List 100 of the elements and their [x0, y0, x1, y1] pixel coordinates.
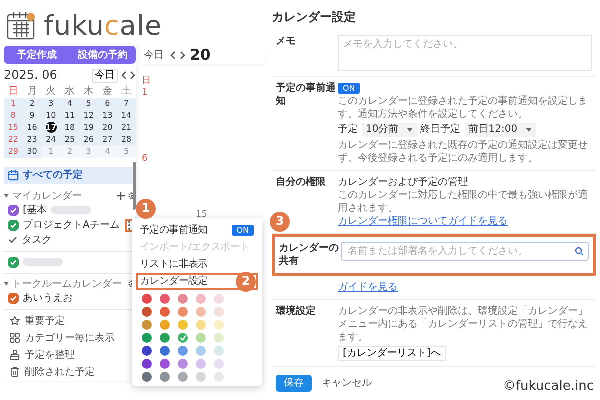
- color-swatch[interactable]: [178, 307, 188, 317]
- page-title: カレンダー設定: [272, 10, 357, 26]
- calendar-checkbox[interactable]: [8, 220, 19, 231]
- list-link-button[interactable]: [カレンダーリスト]へ: [338, 346, 446, 361]
- color-swatch[interactable]: [196, 346, 206, 356]
- next-icon[interactable]: [180, 50, 186, 60]
- more-icon: [128, 220, 131, 230]
- color-swatch[interactable]: [196, 372, 206, 382]
- share-search-field[interactable]: 名前または部署名を入力してください。: [341, 242, 589, 261]
- save-button[interactable]: 保存: [276, 374, 312, 392]
- color-swatch[interactable]: [178, 294, 188, 304]
- color-swatch[interactable]: [214, 307, 224, 317]
- calendar-checkbox[interactable]: [8, 204, 19, 216]
- color-swatch[interactable]: [142, 294, 152, 304]
- calendar-day[interactable]: 21: [117, 122, 136, 134]
- weekday-label: 月: [26, 86, 38, 98]
- calendar-day[interactable]: 27: [98, 134, 118, 146]
- color-swatch[interactable]: [160, 333, 170, 343]
- sidebar-item[interactable]: 重要予定: [4, 312, 136, 330]
- color-swatch[interactable]: [142, 359, 152, 369]
- color-swatch[interactable]: [160, 372, 170, 382]
- calendar-day[interactable]: 3: [42, 98, 61, 110]
- sidebar-item[interactable]: カテゴリー毎に表示: [4, 330, 136, 347]
- all-events-item[interactable]: すべての予定: [4, 166, 136, 184]
- select-field[interactable]: 10分前: [362, 122, 417, 137]
- scrollbar[interactable]: [133, 162, 136, 210]
- color-swatch[interactable]: [160, 307, 170, 317]
- color-swatch[interactable]: [160, 294, 170, 304]
- color-swatch[interactable]: [160, 320, 170, 330]
- color-swatch[interactable]: [178, 359, 188, 369]
- add-icon[interactable]: [117, 192, 125, 200]
- calendar-day[interactable]: 13: [98, 110, 118, 122]
- calendar-day[interactable]: 1: [4, 98, 23, 110]
- color-swatch[interactable]: [196, 359, 206, 369]
- sidebar-item[interactable]: 削除された予定: [4, 364, 136, 381]
- color-swatch[interactable]: [214, 294, 224, 304]
- color-swatch[interactable]: [178, 333, 188, 343]
- menu-item[interactable]: リストに非表示: [136, 256, 258, 273]
- color-swatch[interactable]: [142, 346, 152, 356]
- calendar-day[interactable]: 26: [79, 134, 98, 146]
- settings-icon[interactable]: [128, 192, 136, 200]
- color-swatch[interactable]: [142, 307, 152, 317]
- toolbar-button[interactable]: 設備の予約: [70, 46, 136, 64]
- calendar-day[interactable]: 19: [79, 122, 98, 134]
- color-swatch[interactable]: [160, 359, 170, 369]
- toggle-switch[interactable]: ON: [232, 225, 254, 236]
- check-icon[interactable]: [8, 235, 18, 246]
- color-swatch[interactable]: [196, 320, 206, 330]
- select-field[interactable]: 前日12:00: [464, 122, 536, 137]
- color-swatch[interactable]: [178, 346, 188, 356]
- calendar-day[interactable]: 2: [22, 98, 42, 110]
- previous-icon[interactable]: [121, 71, 127, 80]
- color-swatch[interactable]: [178, 372, 188, 382]
- calendar-day[interactable]: 7: [117, 98, 136, 110]
- guide-link[interactable]: カレンダー権限についてガイドを見る: [338, 216, 508, 227]
- sidebar-item[interactable]: 予定を整理: [4, 346, 136, 364]
- menu-item[interactable]: 予定の事前通知: [140, 224, 208, 237]
- calendar-day[interactable]: 5: [79, 98, 98, 110]
- cancel-button[interactable]: キャンセル: [322, 376, 372, 390]
- color-swatch[interactable]: [160, 346, 170, 356]
- next-icon[interactable]: [130, 71, 136, 80]
- dropdown-icon: [526, 128, 532, 132]
- toolbar-button[interactable]: 予定作成: [4, 46, 70, 64]
- today-button[interactable]: 今日: [92, 68, 118, 83]
- calendar-name[interactable]: あいうえお: [23, 292, 73, 305]
- color-swatch[interactable]: [196, 294, 206, 304]
- color-swatch[interactable]: [142, 333, 152, 343]
- color-swatch[interactable]: [214, 333, 224, 343]
- grid-icon: [10, 333, 20, 344]
- dropdown-icon: [406, 128, 413, 132]
- color-swatch[interactable]: [196, 333, 206, 343]
- calendar-name[interactable]: プロジェクトAチーム: [23, 218, 120, 232]
- color-swatch[interactable]: [142, 372, 152, 382]
- weekday-label: 木: [82, 86, 95, 98]
- guide-link[interactable]: ガイドを見る: [338, 280, 398, 294]
- field-label: メモ: [276, 34, 297, 48]
- calendar-name[interactable]: タスク: [22, 234, 52, 247]
- calendar-day[interactable]: 28: [117, 134, 136, 146]
- trash-icon: [10, 367, 20, 378]
- search-icon[interactable]: [575, 246, 584, 256]
- calendar-day[interactable]: 4: [60, 98, 80, 110]
- previous-icon[interactable]: [170, 50, 176, 60]
- memo-field[interactable]: メモを入力してください。: [338, 34, 592, 71]
- calendar-name[interactable]: [基本: [23, 204, 47, 217]
- calendar-day[interactable]: 12: [79, 110, 98, 122]
- calendar-day[interactable]: 20: [98, 122, 118, 134]
- color-swatch[interactable]: [214, 320, 224, 330]
- caret-icon[interactable]: [4, 194, 9, 198]
- color-swatch[interactable]: [196, 307, 206, 317]
- color-swatch[interactable]: [214, 346, 224, 356]
- caret-icon[interactable]: [4, 282, 9, 286]
- calendar-checkbox[interactable]: [8, 292, 19, 304]
- color-swatch[interactable]: [214, 359, 224, 369]
- calendar-checkbox[interactable]: [8, 256, 19, 268]
- field-label: カレンダーの共有: [279, 242, 340, 268]
- calendar-day[interactable]: 14: [117, 110, 136, 122]
- color-swatch[interactable]: [178, 320, 188, 330]
- color-swatch[interactable]: [142, 320, 152, 330]
- calendar-day[interactable]: 6: [98, 98, 118, 110]
- toggle-switch[interactable]: ON: [338, 82, 360, 94]
